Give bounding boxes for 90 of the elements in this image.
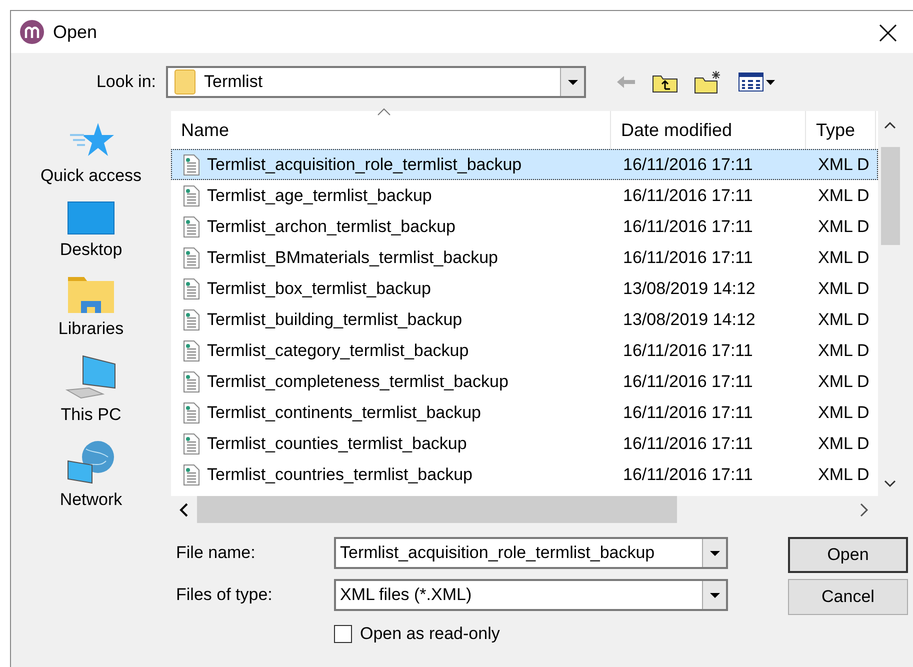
folder-icon: [174, 69, 196, 95]
xml-file-icon: [181, 184, 201, 206]
date-modified: 16/11/2016 17:11: [622, 216, 754, 238]
file-row[interactable]: Termlist_completeness_termlist_backup 16/11/2016 17:11 XML D: [171, 366, 878, 397]
scroll-up-icon[interactable]: [884, 121, 896, 129]
sidebar-item[interactable]: This PC: [60, 354, 122, 427]
date-modified: 16/11/2016 17:11: [622, 432, 754, 455]
field-label: Files of type:: [176, 584, 274, 606]
file-type: XML D: [817, 154, 870, 176]
date-modified: 16/11/2016 17:11: [622, 370, 754, 393]
file-row[interactable]: Termlist_acquisition_role_termlist_backup 16/11/2016 17:11 XML D: [171, 149, 878, 180]
file-type: XML D: [817, 308, 870, 331]
xml-file-icon: [181, 370, 201, 392]
network-icon: [66, 439, 116, 485]
view-menu-icon[interactable]: [738, 71, 776, 93]
sort-caret-icon: [377, 108, 391, 116]
xml-file-icon: [181, 464, 201, 486]
date-modified: 16/11/2016 17:11: [622, 340, 754, 362]
window-title: Open: [53, 20, 98, 44]
file-name: Termlist_completeness_termlist_backup: [207, 370, 508, 393]
file-row[interactable]: Termlist_counties_termlist_backup 16/11/2016 17:11 XML D: [171, 428, 878, 459]
file-type: XML D: [817, 370, 870, 393]
xml-file-icon: [181, 432, 201, 454]
file-type: XML D: [817, 402, 870, 424]
file-name: Termlist_age_termlist_backup: [207, 184, 432, 207]
file-row[interactable]: Termlist_age_termlist_backup 16/11/2016 17:11 XML D: [171, 180, 878, 211]
new-folder-icon[interactable]: [694, 70, 722, 94]
file-row[interactable]: Termlist_countries_termlist_backup 16/11/2016 17:11 XML D: [171, 459, 878, 490]
sidebar-item[interactable]: Network: [60, 439, 122, 512]
xml-file-icon: [181, 402, 201, 424]
xml-file-icon: [181, 340, 201, 362]
file-row[interactable]: Termlist_archon_termlist_backup 16/11/2016 17:11 XML D: [171, 211, 878, 242]
scroll-down-icon[interactable]: [884, 480, 896, 488]
date-modified: 13/08/2019 14:12: [622, 278, 756, 300]
file-row[interactable]: Termlist_BMmaterials_termlist_backup 16/11/2016 17:11 XML D: [171, 242, 878, 273]
date-modified: 16/11/2016 17:11: [622, 246, 754, 269]
file-type-dropdown[interactable]: XML files (*.XML): [334, 579, 728, 611]
sidebar-item[interactable]: Libraries: [58, 274, 124, 342]
xml-file-icon: [181, 308, 201, 330]
file-name: Termlist_category_termlist_backup: [207, 340, 469, 362]
close-icon: [879, 24, 897, 42]
xml-file-icon: [181, 278, 201, 300]
cancel-button[interactable]: Cancel: [788, 579, 908, 615]
file-type: XML D: [817, 278, 870, 300]
scroll-thumb[interactable]: [881, 147, 900, 245]
scroll-thumb[interactable]: [197, 496, 677, 523]
file-row[interactable]: Termlist_box_termlist_backup 13/08/2019 14:12 XML D: [171, 273, 878, 304]
desktop-icon: [67, 200, 115, 234]
file-name: Termlist_counties_termlist_backup: [207, 432, 467, 455]
app-logo-icon: [19, 19, 45, 45]
sidebar-item[interactable]: Quick access: [40, 121, 142, 188]
file-name: Termlist_BMmaterials_termlist_backup: [207, 246, 498, 269]
date-modified: 16/11/2016 17:11: [622, 464, 754, 486]
xml-file-icon: [181, 246, 201, 268]
open-button[interactable]: Open: [788, 537, 908, 573]
dropdown-arrow-icon: [566, 78, 578, 86]
date-modified: 16/11/2016 17:11: [622, 184, 754, 207]
date-modified: 16/11/2016 17:11: [622, 402, 754, 424]
xml-file-icon: [181, 154, 201, 176]
read-only-checkbox[interactable]: [334, 624, 352, 643]
file-row[interactable]: Termlist_category_termlist_backup 16/11/2016 17:11 XML D: [171, 335, 878, 366]
file-type: XML D: [817, 340, 870, 362]
xml-file-icon: [181, 216, 201, 238]
file-type: XML D: [817, 464, 870, 486]
date-modified: 13/08/2019 14:12: [622, 308, 756, 331]
file-type: XML D: [817, 216, 870, 238]
scroll-left-icon[interactable]: [179, 502, 189, 516]
look-in-dropdown[interactable]: Termlist: [166, 66, 586, 98]
file-name-field[interactable]: Termlist_acquisition_role_termlist_backup: [334, 537, 728, 569]
field-label: File name:: [176, 542, 256, 564]
date-modified: 16/11/2016 17:11: [622, 154, 754, 176]
scroll-right-icon[interactable]: [859, 502, 869, 516]
dropdown-arrow-icon: [708, 550, 720, 556]
file-type: XML D: [817, 184, 870, 207]
file-type: XML D: [817, 432, 870, 455]
sidebar-item[interactable]: Desktop: [60, 200, 122, 262]
computer-icon: [65, 354, 117, 400]
file-name: Termlist_archon_termlist_backup: [207, 216, 456, 238]
file-type: XML D: [817, 246, 870, 269]
libraries-folder-icon: [66, 274, 115, 314]
file-name: Termlist_box_termlist_backup: [207, 278, 431, 300]
file-name: Termlist_countries_termlist_backup: [207, 464, 472, 486]
file-name: Termlist_acquisition_role_termlist_backup: [207, 154, 522, 176]
look-in-label: Look in:: [95, 71, 157, 94]
file-row[interactable]: Termlist_building_termlist_backup 13/08/2019 14:12 XML D: [171, 304, 878, 335]
file-row[interactable]: Termlist_continents_termlist_backup 16/11/2016 17:11 XML D: [171, 397, 878, 428]
dropdown-arrow-icon: [708, 592, 720, 598]
file-name: Termlist_continents_termlist_backup: [207, 402, 482, 424]
file-name: Termlist_building_termlist_backup: [207, 308, 462, 331]
read-only-label: Open as read-only: [360, 623, 500, 645]
